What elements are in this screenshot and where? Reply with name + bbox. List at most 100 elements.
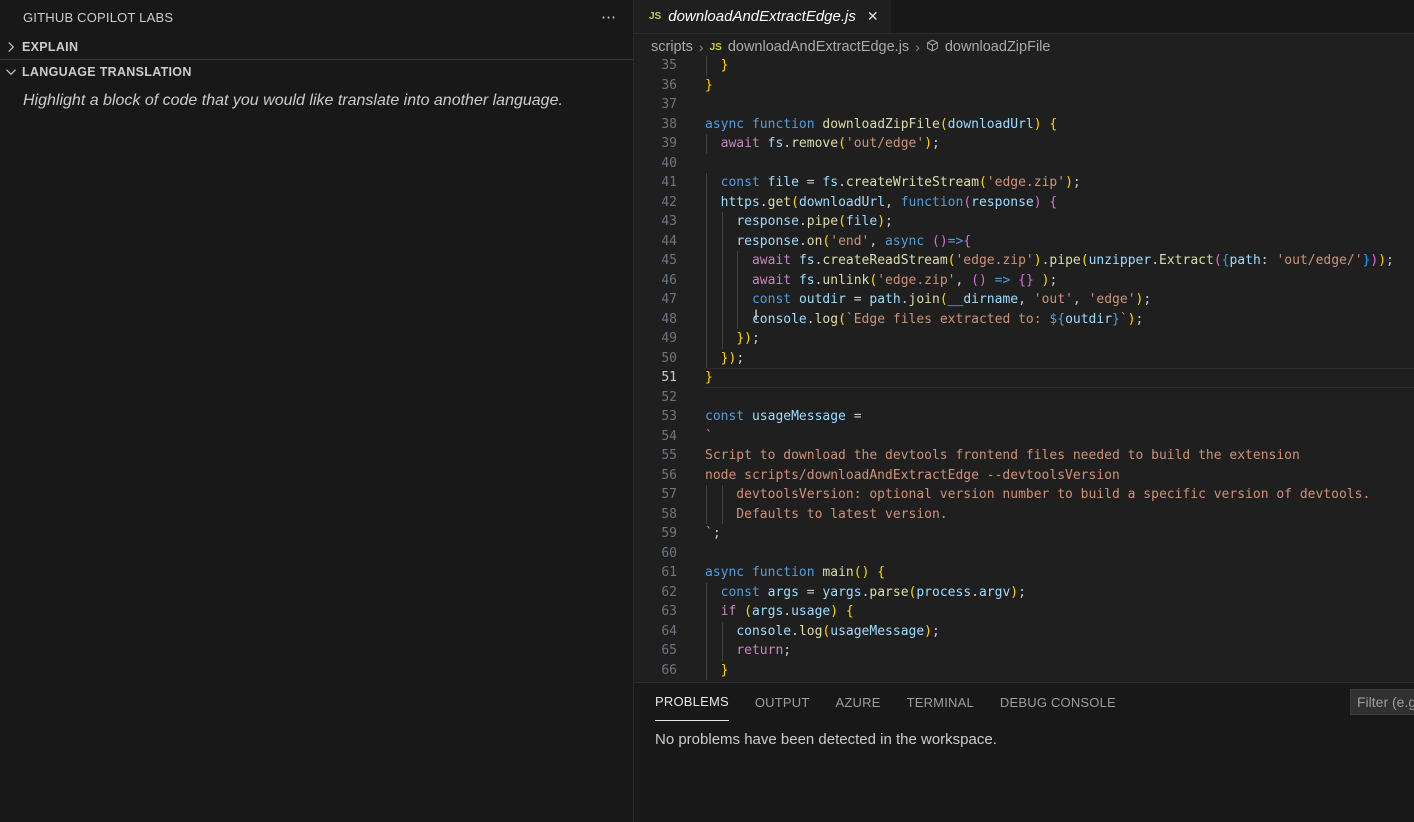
tab-terminal[interactable]: TERMINAL <box>907 683 974 721</box>
code-line: 56 node scripts/downloadAndExtractEdge --… <box>634 466 1414 486</box>
line-number: 46 <box>661 272 677 288</box>
text-cursor-icon: I <box>754 308 759 324</box>
code-text: async function main() { <box>705 565 886 580</box>
code-line: 65 return; <box>634 641 1414 661</box>
problems-message: No problems have been detected in the wo… <box>655 731 997 748</box>
code-text: const outdir = path.join(__dirname, 'out… <box>751 292 1152 307</box>
code-line: 45 await fs.createReadStream('edge.zip')… <box>634 251 1414 271</box>
line-number: 35 <box>661 58 677 73</box>
line-number: 48 <box>661 311 677 327</box>
line-number: 42 <box>661 194 677 210</box>
sidebar-title: GITHUB COPILOT LABS <box>23 9 174 25</box>
line-number: 54 <box>661 428 677 444</box>
code-text: https.get(downloadUrl, function(response… <box>720 194 1058 210</box>
line-number: 58 <box>661 506 677 522</box>
tab-label: downloadAndExtractEdge.js <box>668 8 856 25</box>
line-number: 36 <box>661 77 677 93</box>
code-text: response.pipe(file); <box>736 214 893 229</box>
code-text: devtoolsVersion: optional version number… <box>705 487 1371 502</box>
code-line: 58 Defaults to latest version. <box>634 504 1414 524</box>
line-number: 51 <box>661 370 677 385</box>
line-number: 60 <box>661 545 677 561</box>
code-text: const file = fs.createWriteStream('edge.… <box>720 175 1081 190</box>
line-number: 39 <box>661 136 677 151</box>
tab-debug-console[interactable]: DEBUG CONSOLE <box>1000 683 1116 721</box>
line-number: 37 <box>661 97 677 112</box>
code-line: 50 }); <box>634 348 1414 368</box>
line-number: 64 <box>661 623 677 639</box>
code-text: } <box>705 77 713 93</box>
sidebar-header: GITHUB COPILOT LABS ⋯ <box>0 0 633 34</box>
code-text: `; <box>705 526 721 541</box>
code-text: }); <box>720 350 745 366</box>
code-text: console.log(`Edge files extracted to: ${… <box>751 311 1144 327</box>
code-line: 55 Script to download the devtools fronte… <box>634 446 1414 466</box>
tab-azure[interactable]: AZURE <box>836 683 881 721</box>
code-text: Defaults to latest version. <box>705 506 948 522</box>
chevron-right-icon <box>0 41 22 53</box>
code-text: } <box>720 58 729 73</box>
code-line: 44 response.on('end', async ()=>{ <box>634 231 1414 251</box>
code-text: await fs.remove('out/edge'); <box>720 136 940 151</box>
code-text: } <box>705 370 713 385</box>
section-explain-label: EXPLAIN <box>22 39 79 54</box>
line-number: 62 <box>661 584 677 600</box>
line-number: 59 <box>661 526 677 541</box>
tab-output[interactable]: OUTPUT <box>755 683 810 721</box>
line-number: 61 <box>661 565 677 580</box>
code-line: 59 `; <box>634 524 1414 544</box>
breadcrumb-file[interactable]: downloadAndExtractEdge.js <box>728 39 909 55</box>
line-number: 40 <box>661 155 677 171</box>
code-text: await fs.unlink('edge.zip', () => {} ); <box>751 272 1058 288</box>
line-number: 55 <box>661 448 677 463</box>
section-language-translation[interactable]: LANGUAGE TRANSLATION <box>0 59 633 84</box>
tab-problems[interactable]: PROBLEMS <box>655 693 729 721</box>
line-number: 52 <box>661 389 677 405</box>
breadcrumb-symbol[interactable]: downloadZipFile <box>945 39 1051 55</box>
line-number: 49 <box>661 331 677 346</box>
tab-downloadAndExtractEdge[interactable]: JS downloadAndExtractEdge.js ✕ <box>634 0 891 33</box>
code-line: 62 const args = yargs.parse(process.argv… <box>634 582 1414 602</box>
line-number: 43 <box>661 214 677 229</box>
code-text: const args = yargs.parse(process.argv); <box>720 584 1026 600</box>
chevron-right-icon: › <box>915 39 920 55</box>
line-number: 65 <box>661 643 677 658</box>
code-text: if (args.usage) { <box>720 604 854 619</box>
code-line: 63 if (args.usage) { <box>634 602 1414 622</box>
code-line: 57 devtoolsVersion: optional version num… <box>634 485 1414 505</box>
code-text: }); <box>736 331 760 346</box>
more-actions-icon[interactable]: ⋯ <box>601 8 617 26</box>
code-editor[interactable]: 35 } 36} 37 38 async function downloadZipFil… <box>634 56 1414 682</box>
code-line: 53 const usageMessage = <box>634 407 1414 427</box>
code-text: Script to download the devtools frontend… <box>705 448 1300 463</box>
code-line: 61 async function main() { <box>634 563 1414 583</box>
chevron-down-icon <box>0 66 22 78</box>
section-explain[interactable]: EXPLAIN <box>0 34 633 59</box>
line-number: 50 <box>661 350 677 366</box>
code-line: 64 console.log(usageMessage); <box>634 621 1414 641</box>
code-line: 54 ` <box>634 427 1414 447</box>
code-text: node scripts/downloadAndExtractEdge --de… <box>705 467 1120 483</box>
code-line: 39 await fs.remove('out/edge'); <box>634 134 1414 154</box>
code-line: 35 } <box>634 56 1414 76</box>
close-icon[interactable]: ✕ <box>867 8 879 25</box>
line-number: 45 <box>661 253 677 268</box>
code-text: console.log(usageMessage); <box>736 623 940 639</box>
line-number: 56 <box>661 467 677 483</box>
copilot-labs-sidebar: GITHUB COPILOT LABS ⋯ EXPLAIN LANGUAGE T… <box>0 0 634 822</box>
code-line: 43 response.pipe(file); <box>634 212 1414 232</box>
code-line: 60 <box>634 544 1414 564</box>
problems-filter-input[interactable]: Filter (e.g <box>1350 689 1414 715</box>
code-line: 40 <box>634 154 1414 174</box>
editor-tab-bar: JS downloadAndExtractEdge.js ✕ <box>634 0 1414 34</box>
js-file-icon: JS <box>709 41 722 53</box>
line-number: 47 <box>661 292 677 307</box>
code-line: 49 }); <box>634 329 1414 349</box>
code-text: return; <box>736 643 792 658</box>
breadcrumb-folder[interactable]: scripts <box>651 39 693 55</box>
panel-tabs: PROBLEMS OUTPUT AZURE TERMINAL DEBUG CON… <box>634 683 1414 721</box>
code-line: 46 await fs.unlink('edge.zip', () => {} … <box>634 270 1414 290</box>
translation-hint: Highlight a block of code that you would… <box>23 92 563 109</box>
code-line: 52 <box>634 388 1414 408</box>
code-line: 48 console.log(`Edge files extracted to:… <box>634 309 1414 329</box>
